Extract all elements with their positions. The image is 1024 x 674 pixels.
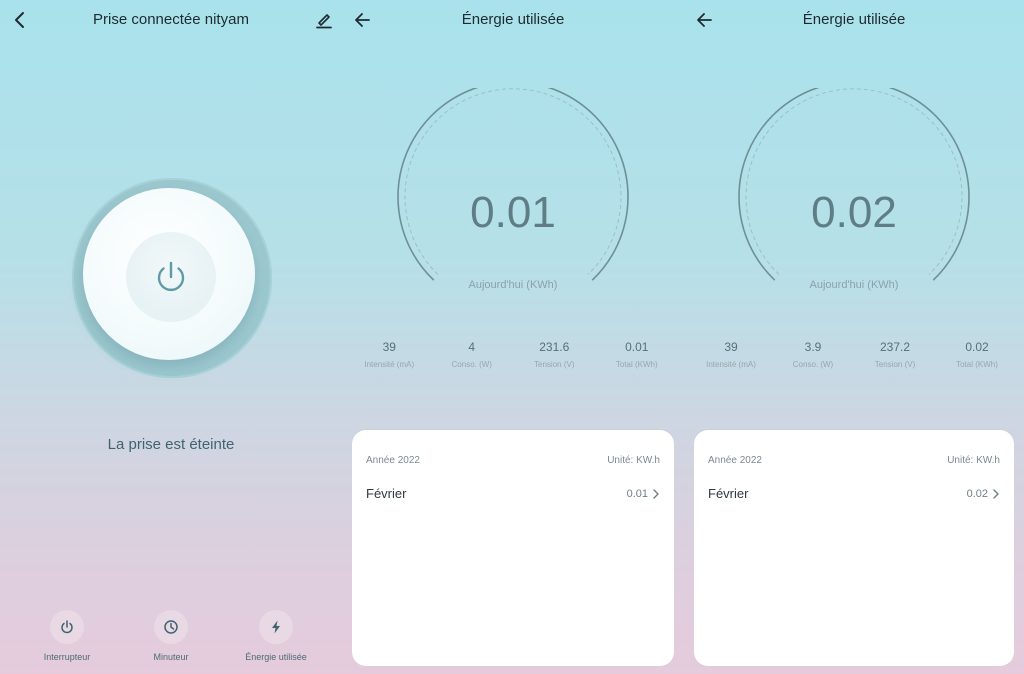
power-icon — [61, 620, 73, 634]
stat-label: Conso. (W) — [451, 360, 492, 369]
stat-value: 39 — [382, 340, 396, 354]
nav-item-interrupteur[interactable]: Interrupteur — [22, 610, 112, 662]
card-header: Année 2022 Unité: KW.h — [708, 455, 1000, 466]
nav-label: Minuteur — [153, 652, 189, 662]
stat-total: 0.01 Total (KWh) — [597, 340, 677, 369]
row-value: 0.01 — [626, 487, 648, 500]
row-value: 0.02 — [966, 487, 988, 500]
pencil-icon — [316, 14, 332, 29]
page-title: Prise connectée nityam — [93, 11, 249, 28]
stat-value: 3.9 — [804, 340, 822, 354]
stat-label: Total (KWh) — [956, 360, 998, 369]
chevron-right-icon — [993, 488, 999, 499]
power-button[interactable] — [126, 232, 216, 322]
edit-button[interactable] — [312, 8, 336, 32]
nav-item-energie[interactable]: Énergie utilisée — [231, 610, 321, 662]
nav-label: Énergie utilisée — [245, 652, 307, 662]
card-unit: Unité: KW.h — [607, 455, 660, 466]
stat-conso: 3.9 Conso. (W) — [773, 340, 853, 369]
stat-value: 0.02 — [965, 340, 989, 354]
bottom-nav: Interrupteur Minuteur Énergie utilisée — [0, 610, 342, 670]
chevron-right-icon — [653, 488, 659, 499]
energy-screen-1: Énergie utilisée 0.01 Aujourd'hui (KWh) … — [342, 0, 684, 674]
screens-container: Prise connectée nityam La prise est étei… — [0, 0, 1024, 674]
history-card: Année 2022 Unité: KW.h Février 0.01 — [352, 430, 674, 666]
card-header: Année 2022 Unité: KW.h — [366, 455, 660, 466]
stat-intensite: 39 Intensité (mA) — [691, 340, 771, 369]
gauge-label: Aujourd'hui (KWh) — [809, 279, 899, 291]
card-year: Année 2022 — [708, 455, 762, 466]
nav-circle — [259, 610, 293, 644]
lightning-icon — [272, 620, 280, 634]
history-card: Année 2022 Unité: KW.h Février 0.02 — [694, 430, 1014, 666]
stat-label: Intensité (mA) — [364, 360, 415, 369]
timer-icon — [164, 620, 178, 634]
stat-value: 237.2 — [879, 340, 911, 354]
card-year: Année 2022 — [366, 455, 420, 466]
row-right: 0.02 — [967, 488, 1000, 500]
gauge-value: 0.01 — [470, 188, 556, 237]
nav-circle — [154, 610, 188, 644]
stats-row: 39 Intensité (mA) 4 Conso. (W) 231.6 Ten… — [342, 340, 684, 369]
stat-value: 39 — [724, 340, 738, 354]
stat-value: 4 — [468, 340, 476, 354]
gauge-label: Aujourd'hui (KWh) — [468, 279, 558, 291]
page-title: Énergie utilisée — [461, 11, 565, 28]
stat-label: Total (KWh) — [615, 360, 658, 369]
stat-tension: 231.6 Tension (V) — [514, 340, 594, 369]
power-icon — [157, 261, 185, 291]
stat-label: Tension (V) — [534, 360, 575, 369]
stat-conso: 4 Conso. (W) — [432, 340, 512, 369]
switch-screen: Prise connectée nityam La prise est étei… — [0, 0, 342, 674]
stat-label: Tension (V) — [874, 360, 916, 369]
row-month: Février — [708, 486, 749, 501]
stats-row: 39 Intensité (mA) 3.9 Conso. (W) 237.2 T… — [684, 340, 1024, 369]
page-title: Énergie utilisée — [802, 11, 906, 28]
stat-value: 231.6 — [539, 340, 570, 354]
gauge-value: 0.02 — [811, 188, 897, 237]
stat-tension: 237.2 Tension (V) — [855, 340, 935, 369]
stat-value: 0.01 — [625, 340, 649, 354]
top-bar: Énergie utilisée — [342, 0, 684, 40]
stat-intensite: 39 Intensité (mA) — [349, 340, 429, 369]
plug-status-text: La prise est éteinte — [107, 436, 235, 453]
stat-total: 0.02 Total (KWh) — [937, 340, 1017, 369]
nav-label: Interrupteur — [43, 652, 91, 662]
nav-item-minuteur[interactable]: Minuteur — [126, 610, 216, 662]
row-right: 0.01 — [627, 488, 660, 500]
stat-label: Intensité (mA) — [706, 360, 756, 369]
top-bar: Prise connectée nityam — [0, 0, 342, 40]
card-unit: Unité: KW.h — [947, 455, 1000, 466]
energy-screen-2: Énergie utilisée 0.02 Aujourd'hui (KWh) … — [684, 0, 1024, 674]
stat-label: Conso. (W) — [792, 360, 834, 369]
top-bar: Énergie utilisée — [684, 0, 1024, 40]
nav-circle — [50, 610, 84, 644]
list-item[interactable]: Février 0.02 — [708, 486, 1000, 501]
row-month: Février — [366, 486, 407, 501]
list-item[interactable]: Février 0.01 — [366, 486, 660, 501]
